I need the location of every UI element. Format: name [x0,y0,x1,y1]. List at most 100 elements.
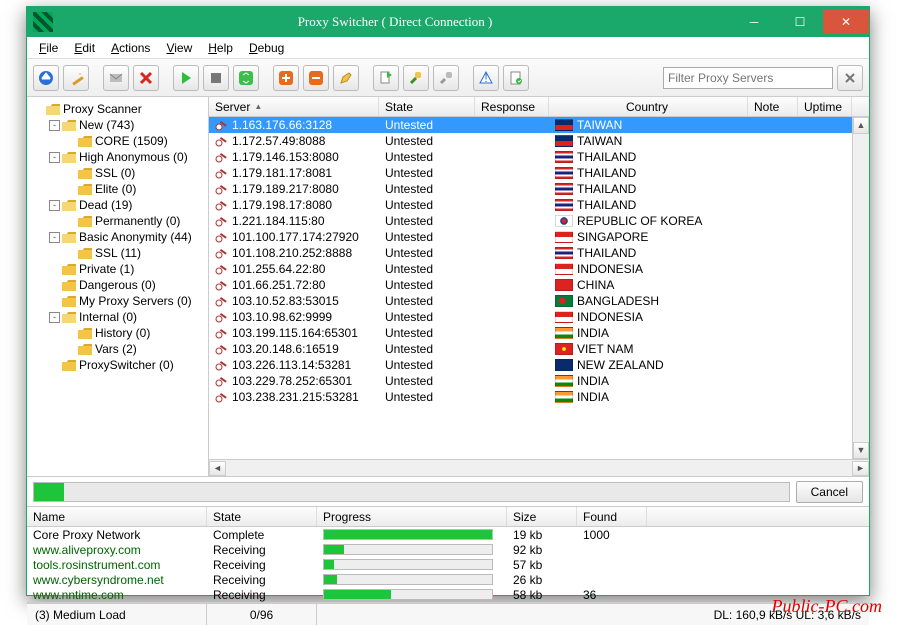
col-country[interactable]: Country [549,97,748,116]
minimize-button[interactable]: ─ [731,10,777,34]
add-button[interactable] [273,65,299,91]
tree-item[interactable]: -New (743) [29,117,206,133]
src-col-progress[interactable]: Progress [317,507,507,526]
tree-item[interactable]: Permanently (0) [29,213,206,229]
source-row[interactable]: www.nntime.comReceiving58 kb36 [27,587,869,602]
source-row[interactable]: www.aliveproxy.comReceiving92 kb [27,542,869,557]
server-row[interactable]: 1.179.198.17:8080UntestedTHAILAND [209,197,869,213]
tree-item[interactable]: Private (1) [29,261,206,277]
wand-button[interactable] [63,65,89,91]
scroll-down-icon[interactable]: ▼ [853,442,869,459]
filter-input[interactable] [663,67,833,89]
source-name[interactable]: www.nntime.com [27,588,207,602]
maximize-button[interactable]: ☐ [777,10,823,34]
close-button[interactable]: ✕ [823,10,869,34]
statusbar: (3) Medium Load 0/96 DL: 160,9 kB/s UL: … [27,603,869,625]
disconnect-button[interactable] [433,65,459,91]
proxy-icon [215,167,229,179]
note-button[interactable] [503,65,529,91]
server-row[interactable]: 1.179.189.217:8080UntestedTHAILAND [209,181,869,197]
menu-edit[interactable]: Edit [68,39,101,57]
server-row[interactable]: 1.172.57.49:8088UntestedTAIWAN [209,133,869,149]
source-row[interactable]: www.cybersyndrome.netReceiving26 kb [27,572,869,587]
tree-item[interactable]: SSL (11) [29,245,206,261]
tree-item[interactable]: SSL (0) [29,165,206,181]
stop-button[interactable] [203,65,229,91]
expand-icon[interactable]: - [49,232,60,243]
tree-item[interactable]: -Basic Anonymity (44) [29,229,206,245]
scroll-right-icon[interactable]: ► [852,461,869,476]
menu-view[interactable]: View [160,39,198,57]
tree-item[interactable]: ProxySwitcher (0) [29,357,206,373]
source-row[interactable]: tools.rosinstrument.comReceiving57 kb [27,557,869,572]
play-button[interactable] [173,65,199,91]
vertical-scrollbar[interactable]: ▲ ▼ [852,117,869,459]
tree-item[interactable]: -Internal (0) [29,309,206,325]
menu-actions[interactable]: Actions [105,39,156,57]
source-size: 26 kb [507,573,577,587]
server-row[interactable]: 103.20.148.6:16519UntestedVIET NAM [209,341,869,357]
server-row[interactable]: 101.100.177.174:27920UntestedSINGAPORE [209,229,869,245]
source-name[interactable]: www.aliveproxy.com [27,543,207,557]
clear-filter-button[interactable] [837,65,863,91]
scroll-up-icon[interactable]: ▲ [853,117,869,134]
tree-item[interactable]: History (0) [29,325,206,341]
mail-button[interactable] [103,65,129,91]
tree-item[interactable]: My Proxy Servers (0) [29,293,206,309]
expand-icon[interactable]: - [49,200,60,211]
delete-button[interactable] [133,65,159,91]
tree-item[interactable]: Elite (0) [29,181,206,197]
col-uptime[interactable]: Uptime [798,97,852,116]
tree-item[interactable]: Proxy Scanner [29,101,206,117]
list-body[interactable]: ▲ ▼ 1.163.176.66:3128UntestedTAIWAN1.172… [209,117,869,459]
menu-debug[interactable]: Debug [243,39,290,57]
server-row[interactable]: 103.238.231.215:53281UntestedINDIA [209,389,869,405]
remove-button[interactable] [303,65,329,91]
connect-button[interactable] [403,65,429,91]
tree-item[interactable]: Vars (2) [29,341,206,357]
tree-item[interactable]: -Dead (19) [29,197,206,213]
server-state: Untested [379,214,475,228]
cancel-button[interactable]: Cancel [796,481,863,503]
source-name[interactable]: tools.rosinstrument.com [27,558,207,572]
export-button[interactable] [373,65,399,91]
tree-panel[interactable]: Proxy Scanner-New (743)CORE (1509)-High … [27,97,209,476]
col-response[interactable]: Response [475,97,549,116]
src-col-found[interactable]: Found [577,507,647,526]
server-row[interactable]: 1.179.181.17:8081UntestedTHAILAND [209,165,869,181]
expand-icon[interactable]: - [49,312,60,323]
server-row[interactable]: 103.10.98.62:9999UntestedINDONESIA [209,309,869,325]
server-row[interactable]: 1.163.176.66:3128UntestedTAIWAN [209,117,869,133]
server-row[interactable]: 101.66.251.72:80UntestedCHINA [209,277,869,293]
col-state[interactable]: State [379,97,475,116]
col-server[interactable]: Server▲ [209,97,379,116]
recycle-button[interactable] [233,65,259,91]
server-row[interactable]: 1.179.146.153:8080UntestedTHAILAND [209,149,869,165]
warning-button[interactable]: ! [473,65,499,91]
server-row[interactable]: 103.229.78.252:65301UntestedINDIA [209,373,869,389]
server-row[interactable]: 101.108.210.252:8888UntestedTHAILAND [209,245,869,261]
menu-file[interactable]: File [33,39,64,57]
server-state: Untested [379,246,475,260]
server-row[interactable]: 1.221.184.115:80UntestedREPUBLIC OF KORE… [209,213,869,229]
src-col-state[interactable]: State [207,507,317,526]
menu-help[interactable]: Help [202,39,239,57]
server-row[interactable]: 101.255.64.22:80UntestedINDONESIA [209,261,869,277]
tree-item[interactable]: -High Anonymous (0) [29,149,206,165]
src-col-size[interactable]: Size [507,507,577,526]
edit-button[interactable] [333,65,359,91]
scroll-left-icon[interactable]: ◄ [209,461,226,476]
horizontal-scrollbar[interactable]: ◄ ► [209,459,869,476]
server-row[interactable]: 103.199.115.164:65301UntestedINDIA [209,325,869,341]
tree-item[interactable]: Dangerous (0) [29,277,206,293]
server-row[interactable]: 103.226.113.14:53281UntestedNEW ZEALAND [209,357,869,373]
tree-item[interactable]: CORE (1509) [29,133,206,149]
expand-icon[interactable]: - [49,120,60,131]
source-row[interactable]: Core Proxy NetworkComplete19 kb1000 [27,527,869,542]
col-note[interactable]: Note [748,97,798,116]
expand-icon[interactable]: - [49,152,60,163]
source-name[interactable]: www.cybersyndrome.net [27,573,207,587]
server-row[interactable]: 103.10.52.83:53015UntestedBANGLADESH [209,293,869,309]
src-col-name[interactable]: Name [27,507,207,526]
eject-button[interactable] [33,65,59,91]
